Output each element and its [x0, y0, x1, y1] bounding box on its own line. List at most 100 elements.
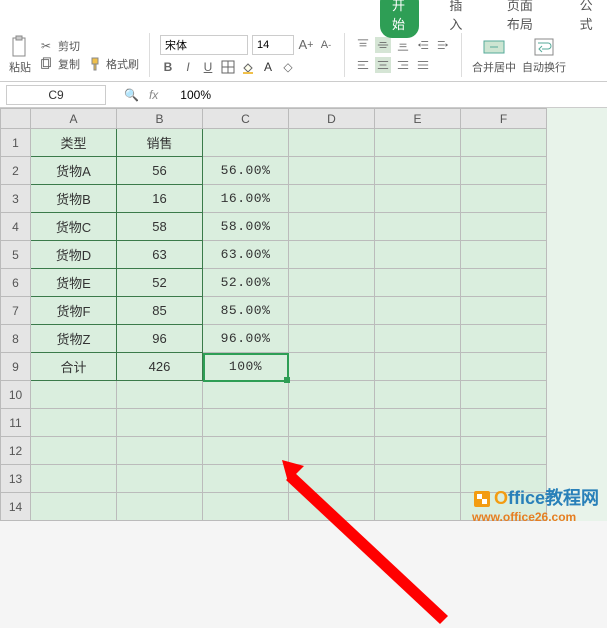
cell[interactable]: 56.00% [203, 157, 289, 185]
clear-format-icon[interactable]: ◇ [280, 59, 296, 75]
cell[interactable] [461, 409, 547, 437]
row-header[interactable]: 10 [1, 381, 31, 409]
format-painter-button[interactable]: 格式刷 [88, 56, 139, 72]
tab-formula[interactable]: 公式 [568, 0, 607, 38]
tab-insert[interactable]: 插入 [437, 0, 476, 38]
cell[interactable] [203, 129, 289, 157]
col-header[interactable]: D [289, 109, 375, 129]
cell[interactable] [375, 381, 461, 409]
cell[interactable]: 63 [117, 241, 203, 269]
col-header[interactable]: F [461, 109, 547, 129]
cell[interactable] [375, 325, 461, 353]
cell[interactable] [31, 381, 117, 409]
align-left-icon[interactable] [355, 57, 371, 73]
redo-caret-icon[interactable] [232, 12, 238, 16]
cell[interactable] [31, 465, 117, 493]
cell[interactable] [375, 185, 461, 213]
merge-center-button[interactable]: 合并居中 [472, 35, 516, 75]
row-header[interactable]: 8 [1, 325, 31, 353]
cell[interactable] [289, 325, 375, 353]
file-menu[interactable]: 文件 [28, 5, 52, 22]
cell[interactable]: 合计 [31, 353, 117, 381]
cell[interactable] [375, 157, 461, 185]
cell[interactable]: 96 [117, 325, 203, 353]
cell[interactable]: 85.00% [203, 297, 289, 325]
cell[interactable] [461, 325, 547, 353]
justify-icon[interactable] [415, 57, 431, 73]
cell[interactable] [461, 213, 547, 241]
cell[interactable]: 58.00% [203, 213, 289, 241]
cell[interactable]: 货物C [31, 213, 117, 241]
cell[interactable] [461, 157, 547, 185]
row-header[interactable]: 13 [1, 465, 31, 493]
cell[interactable] [461, 353, 547, 381]
cell[interactable] [375, 409, 461, 437]
cell[interactable] [117, 465, 203, 493]
redo-icon[interactable] [206, 6, 222, 22]
row-header[interactable]: 2 [1, 157, 31, 185]
cell[interactable] [289, 437, 375, 465]
col-header[interactable]: B [117, 109, 203, 129]
cell[interactable]: 426 [117, 353, 203, 381]
cell[interactable] [117, 493, 203, 521]
font-name-select[interactable] [160, 35, 248, 55]
cell[interactable] [289, 269, 375, 297]
align-center-icon[interactable] [375, 57, 391, 73]
cell[interactable] [203, 381, 289, 409]
cell[interactable]: 货物F [31, 297, 117, 325]
decrease-font-icon[interactable]: A- [318, 37, 334, 53]
decrease-indent-icon[interactable] [415, 37, 431, 53]
cell[interactable] [31, 409, 117, 437]
cell[interactable]: 52 [117, 269, 203, 297]
cell[interactable] [375, 437, 461, 465]
increase-indent-icon[interactable] [435, 37, 451, 53]
align-right-icon[interactable] [395, 57, 411, 73]
cell[interactable]: 货物B [31, 185, 117, 213]
cell[interactable]: 货物E [31, 269, 117, 297]
cell[interactable]: 56 [117, 157, 203, 185]
row-header[interactable]: 12 [1, 437, 31, 465]
cell[interactable] [461, 297, 547, 325]
cell[interactable] [289, 297, 375, 325]
cell[interactable] [375, 353, 461, 381]
cell[interactable] [461, 185, 547, 213]
align-top-icon[interactable] [355, 37, 371, 53]
grid[interactable]: A B C D E F 1 类型 销售 2 货物A 56 56.00% 3 货物… [0, 108, 607, 521]
row-header[interactable]: 14 [1, 493, 31, 521]
cell[interactable] [31, 493, 117, 521]
cell[interactable] [375, 213, 461, 241]
cell[interactable] [375, 269, 461, 297]
cell[interactable] [461, 129, 547, 157]
col-header[interactable]: E [375, 109, 461, 129]
row-header[interactable]: 4 [1, 213, 31, 241]
cell[interactable] [461, 269, 547, 297]
row-header[interactable]: 9 [1, 353, 31, 381]
file-dropdown-caret-icon[interactable] [62, 12, 68, 16]
undo-caret-icon[interactable] [192, 12, 198, 16]
tab-page-layout[interactable]: 页面布局 [495, 0, 550, 38]
cell[interactable] [289, 213, 375, 241]
cell[interactable] [461, 381, 547, 409]
cell[interactable] [289, 241, 375, 269]
cell[interactable] [289, 381, 375, 409]
paste-button[interactable]: 粘贴 [8, 35, 32, 75]
row-header[interactable]: 6 [1, 269, 31, 297]
cell[interactable] [461, 437, 547, 465]
cell[interactable] [117, 437, 203, 465]
cell[interactable] [203, 437, 289, 465]
cell[interactable] [289, 353, 375, 381]
font-color-icon[interactable]: A [260, 59, 276, 75]
cell[interactable] [461, 241, 547, 269]
cell[interactable] [117, 381, 203, 409]
align-bottom-icon[interactable] [395, 37, 411, 53]
cell[interactable] [289, 465, 375, 493]
bold-icon[interactable]: B [160, 59, 176, 75]
cell[interactable]: 58 [117, 213, 203, 241]
cell[interactable] [203, 409, 289, 437]
increase-font-icon[interactable]: A+ [298, 37, 314, 53]
cell[interactable] [375, 465, 461, 493]
cell[interactable] [289, 129, 375, 157]
copy-button[interactable]: 复制 [38, 56, 80, 72]
cell[interactable] [203, 465, 289, 493]
row-header[interactable]: 7 [1, 297, 31, 325]
